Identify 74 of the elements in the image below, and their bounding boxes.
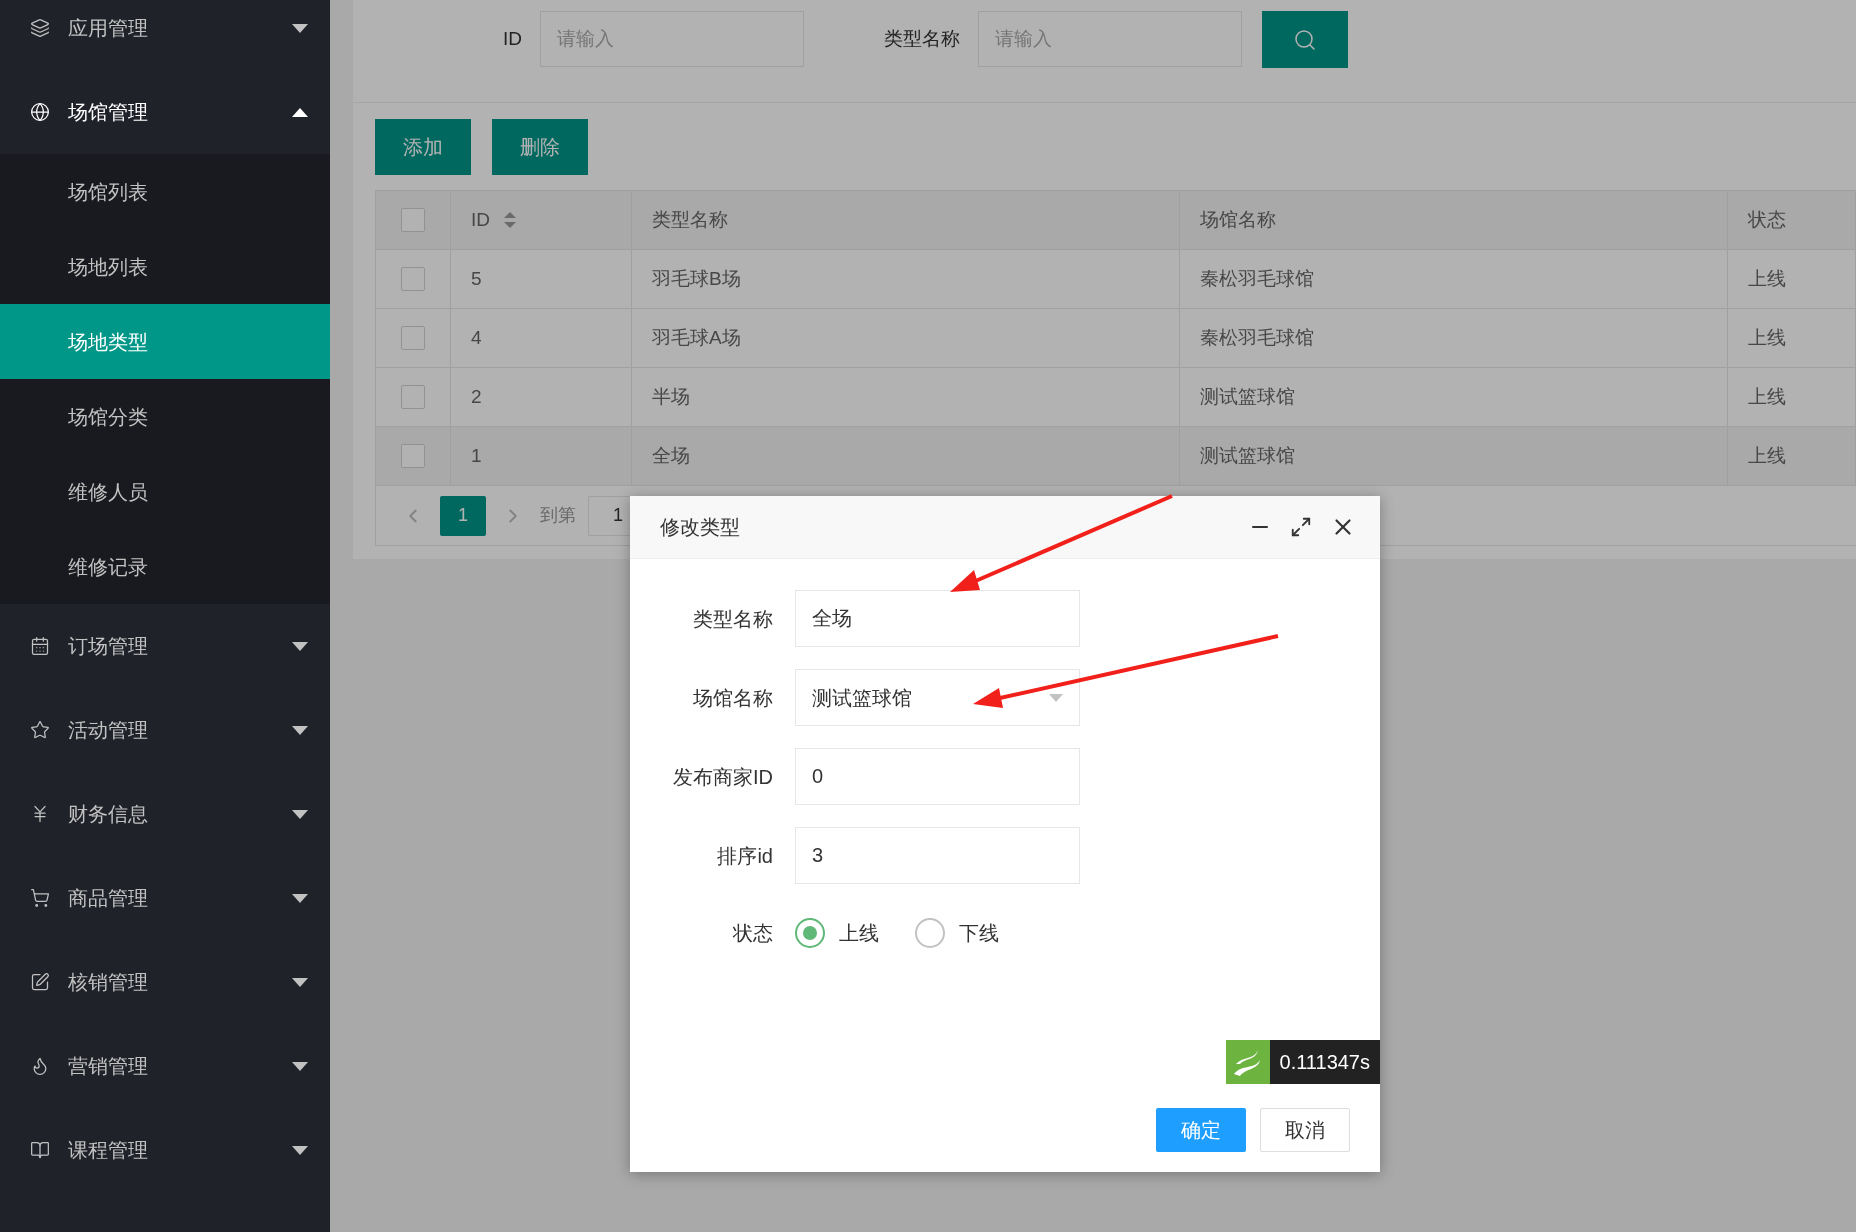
debug-timer-badge[interactable]: 0.111347s xyxy=(1225,1040,1380,1084)
table-cell: 测试篮球馆 xyxy=(1180,368,1728,426)
table-cell: 羽毛球B场 xyxy=(632,250,1180,308)
menu-item[interactable]: 课程管理 xyxy=(0,1108,330,1192)
table-cell: 半场 xyxy=(632,368,1180,426)
menu-item[interactable]: 场馆管理 xyxy=(0,70,330,154)
table-cell: 5 xyxy=(451,250,632,308)
input-field[interactable]: 请输入 xyxy=(540,11,804,67)
menu-item[interactable]: 商品管理 xyxy=(0,856,330,940)
input-field[interactable]: 0 xyxy=(795,748,1080,805)
menu-item[interactable]: 核销管理 xyxy=(0,940,330,1024)
maximize-icon[interactable] xyxy=(1290,516,1312,538)
column-header: 状态 xyxy=(1728,191,1856,249)
input-field[interactable]: 请输入 xyxy=(978,11,1242,67)
table-cell: 羽毛球A场 xyxy=(632,309,1180,367)
menu-icon xyxy=(30,636,50,656)
table-cell: 2 xyxy=(451,368,632,426)
leaf-logo-icon xyxy=(1225,1040,1270,1084)
submenu-item[interactable]: 维修记录 xyxy=(0,529,330,604)
field-label: ID xyxy=(503,26,522,51)
goto-label: 到第 xyxy=(540,504,576,527)
submenu-item[interactable]: 场地类型 xyxy=(0,304,330,379)
table-cell: 秦松羽毛球馆 xyxy=(1180,250,1728,308)
menu-icon xyxy=(30,972,50,992)
dialog-button[interactable]: 取消 xyxy=(1260,1108,1350,1152)
radio-option[interactable]: 上线 xyxy=(795,918,879,948)
select-field[interactable]: 测试篮球馆 xyxy=(795,669,1080,726)
submenu-item[interactable]: 场馆分类 xyxy=(0,379,330,454)
checkbox[interactable] xyxy=(401,326,425,350)
menu-item[interactable]: 营销管理 xyxy=(0,1024,330,1108)
table-cell: 上线 xyxy=(1728,309,1856,367)
checkbox[interactable] xyxy=(401,444,425,468)
submenu-item[interactable]: 场馆列表 xyxy=(0,154,330,229)
form-label: 状态 xyxy=(732,921,773,946)
sort-icon xyxy=(504,212,516,228)
menu-item[interactable]: 应用管理 xyxy=(0,0,330,70)
checkbox[interactable] xyxy=(401,267,425,291)
menu-icon xyxy=(30,888,50,908)
menu-item[interactable]: 财务信息 xyxy=(0,772,330,856)
dialog-title: 修改类型 xyxy=(660,515,741,540)
submenu-item[interactable]: 场地列表 xyxy=(0,229,330,304)
table-cell: 全场 xyxy=(632,427,1180,485)
menu-icon xyxy=(30,1140,50,1160)
table-cell: 测试篮球馆 xyxy=(1180,427,1728,485)
table-cell: 1 xyxy=(451,427,632,485)
menu-icon xyxy=(30,102,50,122)
checkbox[interactable] xyxy=(401,208,425,232)
column-header[interactable]: ID xyxy=(451,191,632,249)
column-header: 场馆名称 xyxy=(1180,191,1728,249)
table-cell: 4 xyxy=(451,309,632,367)
submenu-item[interactable]: 维修人员 xyxy=(0,454,330,529)
radio-option[interactable]: 下线 xyxy=(915,918,999,948)
form-label: 场馆名称 xyxy=(692,685,773,711)
form-label: 类型名称 xyxy=(692,606,773,632)
search-button[interactable] xyxy=(1262,11,1348,68)
menu-icon xyxy=(30,18,50,38)
search-icon xyxy=(1293,27,1317,52)
form-label: 发布商家ID xyxy=(672,764,773,790)
table-cell: 上线 xyxy=(1728,368,1856,426)
menu-item[interactable]: 活动管理 xyxy=(0,688,330,772)
menu-item[interactable]: 订场管理 xyxy=(0,604,330,688)
table-cell: 秦松羽毛球馆 xyxy=(1180,309,1728,367)
input-field[interactable]: 全场 xyxy=(795,590,1080,647)
radio-button[interactable] xyxy=(795,918,825,948)
form-label: 排序id xyxy=(716,843,773,869)
table-cell: 上线 xyxy=(1728,250,1856,308)
checkbox[interactable] xyxy=(401,385,425,409)
table-cell: 上线 xyxy=(1728,427,1856,485)
radio-button[interactable] xyxy=(915,918,945,948)
column-header: 类型名称 xyxy=(632,191,1180,249)
dropdown-caret-icon xyxy=(1049,693,1063,702)
menu-icon xyxy=(30,720,50,740)
field-label: 类型名称 xyxy=(884,26,960,51)
input-field[interactable]: 3 xyxy=(795,827,1080,884)
